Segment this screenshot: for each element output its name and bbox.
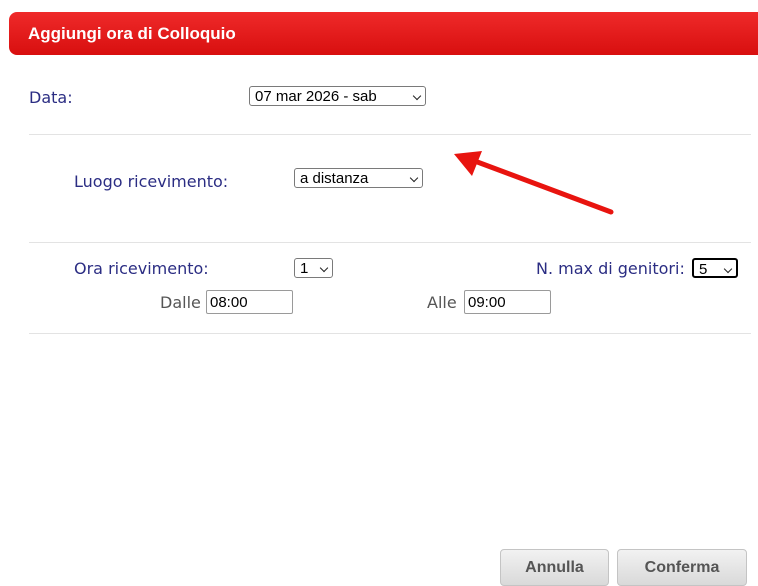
to-label: Alle (427, 293, 457, 312)
location-label: Luogo ricevimento: (74, 172, 229, 191)
cancel-button[interactable]: Annulla (500, 549, 609, 586)
from-time-input[interactable]: 08:00 (206, 290, 293, 314)
dialog-header: Aggiungi ora di Colloquio (9, 12, 758, 55)
max-parents-label: N. max di genitori: (536, 259, 685, 278)
dialog-title: Aggiungi ora di Colloquio (28, 24, 236, 43)
from-label: Dalle (160, 293, 201, 312)
date-select-value: 07 mar 2026 - sab (255, 88, 377, 105)
time-label: Ora ricevimento: (74, 259, 209, 278)
date-label: Data: (29, 88, 73, 107)
max-parents-select-value: 5 (699, 261, 708, 278)
time-select[interactable]: 1 (294, 258, 333, 278)
chevron-down-icon (723, 264, 733, 274)
chevron-down-icon (319, 263, 329, 273)
from-time-value: 08:00 (210, 294, 248, 311)
divider (29, 333, 751, 334)
to-time-value: 09:00 (468, 294, 506, 311)
chevron-down-icon (412, 91, 422, 101)
divider (29, 242, 751, 243)
divider (29, 134, 751, 135)
location-select-value: a distanza (300, 170, 369, 187)
date-select[interactable]: 07 mar 2026 - sab (249, 86, 426, 106)
confirm-button[interactable]: Conferma (617, 549, 747, 586)
time-select-value: 1 (300, 260, 309, 277)
location-select[interactable]: a distanza (294, 168, 423, 188)
red-arrow-icon (454, 151, 614, 215)
to-time-input[interactable]: 09:00 (464, 290, 551, 314)
max-parents-select[interactable]: 5 (692, 258, 738, 278)
chevron-down-icon (409, 173, 419, 183)
